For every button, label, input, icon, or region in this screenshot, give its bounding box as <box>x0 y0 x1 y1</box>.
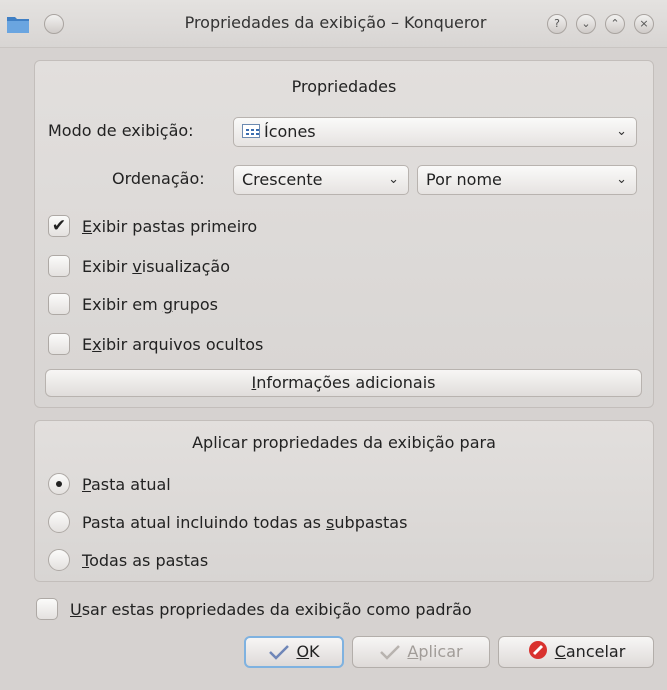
chevron-down-icon: ⌄ <box>388 172 399 187</box>
minimize-button[interactable]: ⌄ <box>576 14 596 34</box>
cancel-button[interactable]: Cancelar <box>498 636 654 668</box>
current-folder-subfolders-radio[interactable] <box>48 511 70 533</box>
use-as-default-checkbox[interactable] <box>36 598 58 620</box>
show-in-groups-label[interactable]: Exibir em grupos <box>82 295 218 314</box>
sort-label: Ordenação: <box>112 169 205 188</box>
show-hidden-files-checkbox[interactable] <box>48 333 70 355</box>
show-folders-first-label[interactable]: Exibir pastas primeiro <box>82 217 257 236</box>
checkmark-icon <box>380 645 401 660</box>
chevron-down-icon: ⌄ <box>616 124 627 139</box>
show-folders-first-checkbox[interactable]: ✔ <box>48 215 70 237</box>
use-as-default-label[interactable]: Usar estas propriedades da exibição como… <box>70 600 472 619</box>
maximize-button[interactable]: ⌃ <box>605 14 625 34</box>
all-folders-radio[interactable] <box>48 549 70 571</box>
sort-order-combo[interactable]: Crescente ⌄ <box>233 165 409 195</box>
sort-by-value: Por nome <box>426 170 502 189</box>
show-in-groups-checkbox[interactable] <box>48 293 70 315</box>
sort-by-combo[interactable]: Por nome ⌄ <box>417 165 637 195</box>
help-button[interactable]: ? <box>547 14 567 34</box>
current-folder-subfolders-label[interactable]: Pasta atual incluindo todas as subpastas <box>82 513 407 532</box>
cancel-icon <box>528 641 547 659</box>
checkmark-icon <box>269 645 290 660</box>
icon-view-icon <box>242 124 260 138</box>
chevron-down-icon: ⌄ <box>616 172 627 187</box>
additional-info-button[interactable]: Informações adicionais <box>45 369 642 397</box>
show-preview-checkbox[interactable] <box>48 255 70 277</box>
show-hidden-files-label[interactable]: Exibir arquivos ocultos <box>82 335 263 354</box>
all-folders-label[interactable]: Todas as pastas <box>82 551 208 570</box>
sort-order-value: Crescente <box>242 170 323 189</box>
apply-button[interactable]: Aplicar <box>352 636 490 668</box>
ok-button[interactable]: OK <box>244 636 344 668</box>
view-mode-combo[interactable]: Ícones ⌄ <box>233 117 637 147</box>
view-mode-label: Modo de exibição: <box>48 121 194 140</box>
show-preview-label[interactable]: Exibir visualização <box>82 257 230 276</box>
current-folder-radio[interactable] <box>48 473 70 495</box>
close-button[interactable]: × <box>634 14 654 34</box>
properties-group-title: Propriedades <box>291 77 397 96</box>
title-bar: Propriedades da exibição – Konqueror ? ⌄… <box>0 0 667 48</box>
apply-group-title: Aplicar propriedades da exibição para <box>192 433 496 452</box>
view-mode-value: Ícones <box>264 122 316 141</box>
current-folder-label[interactable]: Pasta atual <box>82 475 171 494</box>
